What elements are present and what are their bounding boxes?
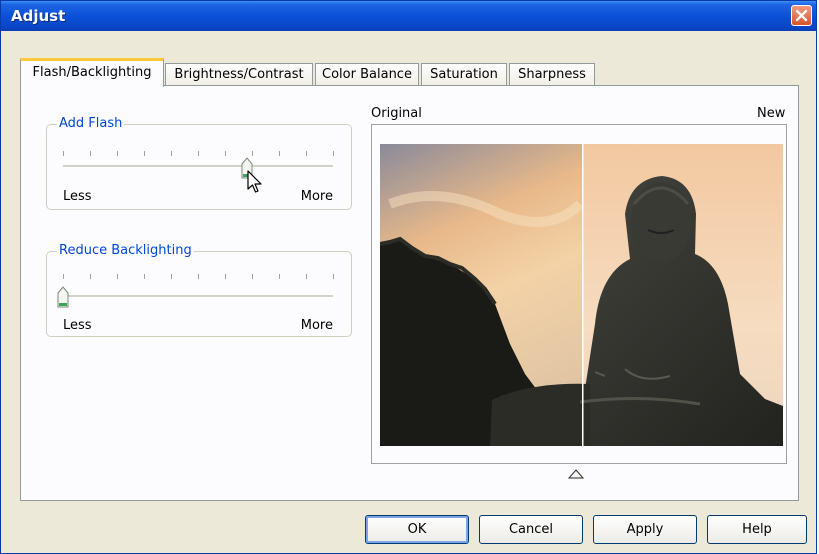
slider-tick xyxy=(117,151,118,156)
tab-panel: Add Flash Less More Reduce Backlighting … xyxy=(20,85,799,501)
slider-tick xyxy=(279,151,280,156)
tab-flash-backlighting[interactable]: Flash/Backlighting xyxy=(20,58,164,87)
mouse-cursor-icon xyxy=(247,170,262,193)
preview-frame xyxy=(371,124,787,464)
reduce-backlighting-slider-thumb[interactable] xyxy=(57,286,69,308)
add-flash-less-label: Less xyxy=(63,189,92,204)
slider-tick xyxy=(333,274,334,279)
slider-tick xyxy=(225,151,226,156)
tab-brightness-contrast[interactable]: Brightness/Contrast xyxy=(165,63,313,85)
new-label: New xyxy=(757,106,786,121)
ok-button[interactable]: OK xyxy=(365,515,469,544)
slider-tick xyxy=(144,274,145,279)
slider-tick xyxy=(90,274,91,279)
slider-tick xyxy=(90,151,91,156)
reduce-backlighting-track[interactable] xyxy=(63,295,333,298)
slider-tick xyxy=(171,151,172,156)
add-flash-group: Add Flash Less More xyxy=(46,116,352,210)
slider-tick xyxy=(171,274,172,279)
reduce-backlighting-more-label: More xyxy=(300,318,333,333)
slider-tick xyxy=(117,274,118,279)
help-button[interactable]: Help xyxy=(707,515,807,544)
window-title: Adjust xyxy=(11,7,66,25)
close-icon xyxy=(795,9,808,22)
original-label: Original xyxy=(371,106,422,121)
add-flash-title: Add Flash xyxy=(57,116,125,131)
slider-tick xyxy=(306,274,307,279)
reduce-backlighting-ticks xyxy=(63,274,334,280)
apply-button[interactable]: Apply xyxy=(593,515,697,544)
slider-tick xyxy=(63,274,64,279)
slider-tick xyxy=(198,274,199,279)
add-flash-track[interactable] xyxy=(63,165,333,168)
slider-tick xyxy=(198,151,199,156)
split-line[interactable] xyxy=(582,144,584,446)
slider-tick xyxy=(333,151,334,156)
title-bar[interactable]: Adjust xyxy=(1,1,816,31)
preview-photo[interactable] xyxy=(380,144,783,446)
add-flash-ticks xyxy=(63,151,334,157)
slider-tick xyxy=(279,274,280,279)
reduce-backlighting-title: Reduce Backlighting xyxy=(57,243,194,258)
tab-saturation[interactable]: Saturation xyxy=(421,63,507,85)
adjust-dialog: Adjust Flash/Backlighting Brightness/Con… xyxy=(0,0,817,554)
tab-sharpness[interactable]: Sharpness xyxy=(509,63,595,85)
tab-color-balance[interactable]: Color Balance xyxy=(315,63,419,85)
close-button[interactable] xyxy=(791,5,812,26)
slider-tick xyxy=(252,151,253,156)
slider-tick xyxy=(144,151,145,156)
slider-tick xyxy=(63,151,64,156)
reduce-backlighting-less-label: Less xyxy=(63,318,92,333)
cancel-button[interactable]: Cancel xyxy=(479,515,583,544)
split-handle-triangle-icon[interactable] xyxy=(568,469,584,479)
slider-tick xyxy=(306,151,307,156)
slider-tick xyxy=(225,274,226,279)
add-flash-more-label: More xyxy=(300,189,333,204)
slider-tick xyxy=(252,274,253,279)
reduce-backlighting-group: Reduce Backlighting Less More xyxy=(46,243,352,337)
